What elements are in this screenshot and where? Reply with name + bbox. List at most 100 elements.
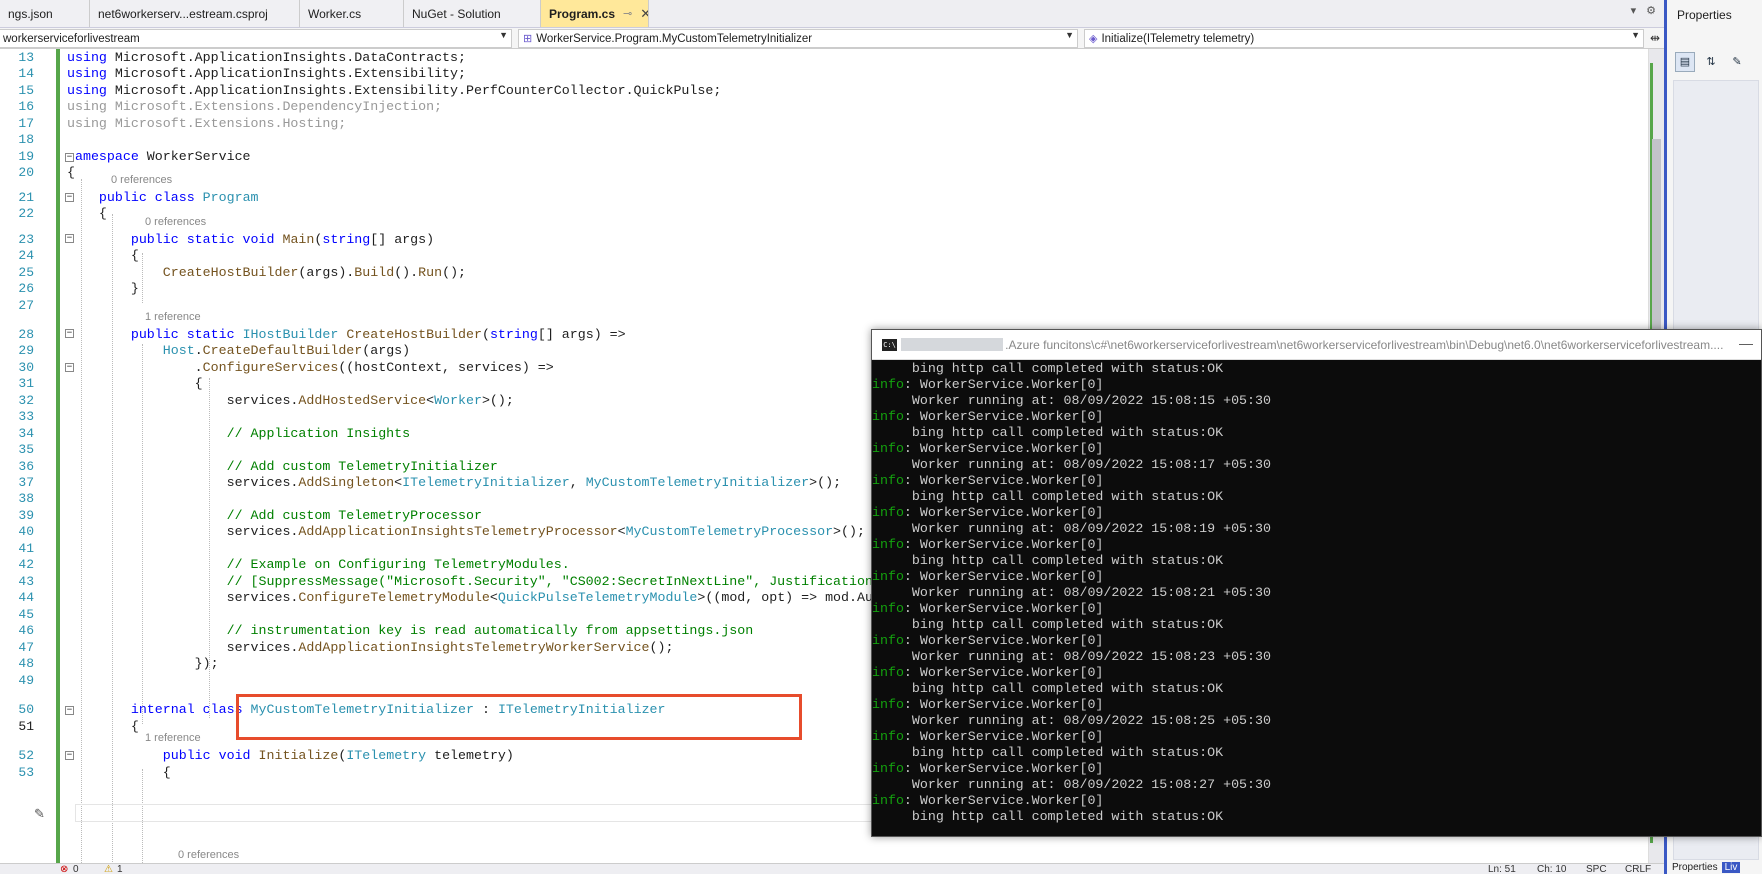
- code-line[interactable]: {: [67, 247, 139, 265]
- current-line-indicator: [75, 804, 875, 822]
- pin-icon[interactable]: ⊸: [623, 7, 632, 20]
- log-text: bing http call completed with status:OK: [872, 745, 1224, 760]
- member-dropdown[interactable]: ◈ Initialize(ITelemetry telemetry) ▼: [1084, 29, 1644, 48]
- code-line[interactable]: services.AddHostedService<Worker>();: [67, 392, 514, 410]
- codelens-references[interactable]: 0 references: [178, 849, 239, 861]
- log-level: info: [872, 569, 904, 584]
- whitespace-mode[interactable]: SPC: [1586, 864, 1607, 874]
- indent-guide: [142, 253, 143, 303]
- code-line[interactable]: using Microsoft.Extensions.Hosting;: [67, 115, 346, 133]
- column-position[interactable]: Ch: 10: [1537, 864, 1566, 874]
- log-level: info: [872, 729, 904, 744]
- line-number: 49: [18, 673, 34, 688]
- tab-program-cs[interactable]: Program.cs ⊸ ✕: [541, 0, 649, 27]
- collapse-toggle-icon[interactable]: −: [65, 193, 74, 202]
- collapse-toggle-icon[interactable]: −: [65, 751, 74, 760]
- tab-worker-cs[interactable]: Worker.cs: [300, 0, 404, 27]
- console-line: Worker running at: 08/09/2022 15:08:17 +…: [872, 457, 1761, 473]
- line-position[interactable]: Ln: 51: [1488, 864, 1516, 874]
- redacted-path-segment: [901, 338, 1004, 351]
- tab-live[interactable]: Liv: [1721, 862, 1741, 873]
- chevron-down-icon: ▼: [1631, 30, 1640, 40]
- close-icon[interactable]: ✕: [640, 6, 648, 22]
- code-line[interactable]: {: [67, 205, 107, 223]
- tab-list-dropdown-icon[interactable]: ▾: [1631, 4, 1637, 17]
- console-titlebar[interactable]: C:\ .Azure funcitons\c#\net6workerservic…: [872, 330, 1761, 360]
- quick-actions-icon[interactable]: ✎: [34, 806, 45, 822]
- log-text: : WorkerService.Worker[0]: [903, 505, 1104, 520]
- console-output[interactable]: bing http call completed with status:OK i…: [872, 361, 1761, 836]
- code-line[interactable]: }: [67, 280, 139, 298]
- split-window-icon[interactable]: ⇹: [1650, 31, 1660, 45]
- code-line[interactable]: // instrumentation key is read automatic…: [67, 622, 754, 640]
- log-text: : WorkerService.Worker[0]: [903, 665, 1104, 680]
- console-line: bing http call completed with status:OK: [872, 745, 1761, 761]
- code-line[interactable]: services.AddSingleton<ITelemetryInitiali…: [67, 474, 841, 492]
- log-text: : WorkerService.Worker[0]: [903, 473, 1104, 488]
- log-text: bing http call completed with status:OK: [872, 425, 1224, 440]
- document-tab-strip: ngs.json net6workerserv...estream.csproj…: [0, 0, 1664, 28]
- code-line[interactable]: {: [67, 718, 139, 736]
- code-line[interactable]: services.AddApplicationInsightsTelemetry…: [67, 523, 865, 541]
- warning-icon[interactable]: ⚠: [104, 864, 113, 874]
- annotation-highlight-box: [236, 694, 802, 740]
- tab-nuget-solution[interactable]: NuGet - Solution: [404, 0, 541, 27]
- line-number: 50: [18, 702, 34, 717]
- scrollbar-thumb[interactable]: [1652, 139, 1661, 329]
- console-line: Worker running at: 08/09/2022 15:08:23 +…: [872, 649, 1761, 665]
- log-text: Worker running at: 08/09/2022 15:08:15 +…: [872, 393, 1271, 408]
- code-line[interactable]: {: [67, 764, 171, 782]
- tab-label: ngs.json: [8, 6, 53, 21]
- minimize-icon[interactable]: —: [1739, 335, 1753, 351]
- tab-properties[interactable]: Properties: [1672, 862, 1718, 873]
- categorized-icon[interactable]: ▤: [1675, 52, 1695, 72]
- console-title: .Azure funcitons\c#\net6workerservicefor…: [1005, 337, 1724, 352]
- tab-label: NuGet - Solution: [412, 6, 501, 21]
- tab-csproj[interactable]: net6workerserv...estream.csproj: [90, 0, 300, 27]
- console-line: info: WorkerService.Worker[0]: [872, 665, 1761, 681]
- collapse-toggle-icon[interactable]: −: [65, 153, 74, 162]
- change-tracking-bar: [56, 49, 60, 863]
- codelens-references[interactable]: 0 references: [145, 216, 206, 228]
- log-text: Worker running at: 08/09/2022 15:08:19 +…: [872, 521, 1271, 536]
- method-icon: ◈: [1089, 33, 1098, 45]
- warning-count: 1: [117, 864, 123, 874]
- wrench-icon[interactable]: ✎: [1727, 52, 1747, 72]
- code-line[interactable]: {: [67, 164, 75, 182]
- code-line[interactable]: namespace WorkerService: [67, 148, 251, 166]
- collapse-toggle-icon[interactable]: −: [65, 234, 74, 243]
- error-icon[interactable]: ⊗: [60, 864, 68, 874]
- log-level: info: [872, 377, 904, 392]
- console-line: bing http call completed with status:OK: [872, 809, 1761, 825]
- console-line: info: WorkerService.Worker[0]: [872, 601, 1761, 617]
- code-line[interactable]: Host.CreateDefaultBuilder(args): [67, 342, 410, 360]
- console-window[interactable]: C:\ .Azure funcitons\c#\net6workerservic…: [871, 329, 1762, 837]
- codelens-references[interactable]: 1 reference: [145, 311, 201, 323]
- codelens-references[interactable]: 1 reference: [145, 732, 201, 744]
- collapse-toggle-icon[interactable]: −: [65, 363, 74, 372]
- indent-guide: [142, 344, 143, 724]
- tab-label: Worker.cs: [308, 6, 362, 21]
- tab-tools: ▾ ⚙: [1631, 4, 1656, 17]
- console-line: Worker running at: 08/09/2022 15:08:27 +…: [872, 777, 1761, 793]
- line-number: 20: [18, 165, 34, 180]
- code-line[interactable]: using Microsoft.ApplicationInsights.Exte…: [67, 65, 466, 83]
- code-line[interactable]: // Application Insights: [67, 425, 411, 443]
- code-line[interactable]: using Microsoft.Extensions.DependencyInj…: [67, 98, 442, 116]
- line-number: 51: [18, 719, 34, 734]
- project-dropdown[interactable]: workerserviceforlivestream ▼: [0, 29, 512, 48]
- tab-appsettings-json[interactable]: ngs.json: [0, 0, 90, 27]
- code-line[interactable]: public void Initialize(ITelemetry teleme…: [67, 747, 514, 765]
- line-ending-mode[interactable]: CRLF: [1625, 864, 1651, 874]
- log-text: Worker running at: 08/09/2022 15:08:17 +…: [872, 457, 1271, 472]
- code-line[interactable]: {: [67, 375, 203, 393]
- gear-icon[interactable]: ⚙: [1646, 4, 1656, 17]
- codelens-references[interactable]: 0 references: [111, 174, 172, 186]
- member-dropdown-value: Initialize(ITelemetry telemetry): [1101, 32, 1255, 45]
- collapse-toggle-icon[interactable]: −: [65, 706, 74, 715]
- line-number: 31: [18, 376, 34, 391]
- log-level: info: [872, 441, 904, 456]
- alphabetical-icon[interactable]: ⇅: [1701, 52, 1721, 72]
- type-dropdown[interactable]: ⊞ WorkerService.Program.MyCustomTelemetry…: [518, 29, 1078, 48]
- collapse-toggle-icon[interactable]: −: [65, 329, 74, 338]
